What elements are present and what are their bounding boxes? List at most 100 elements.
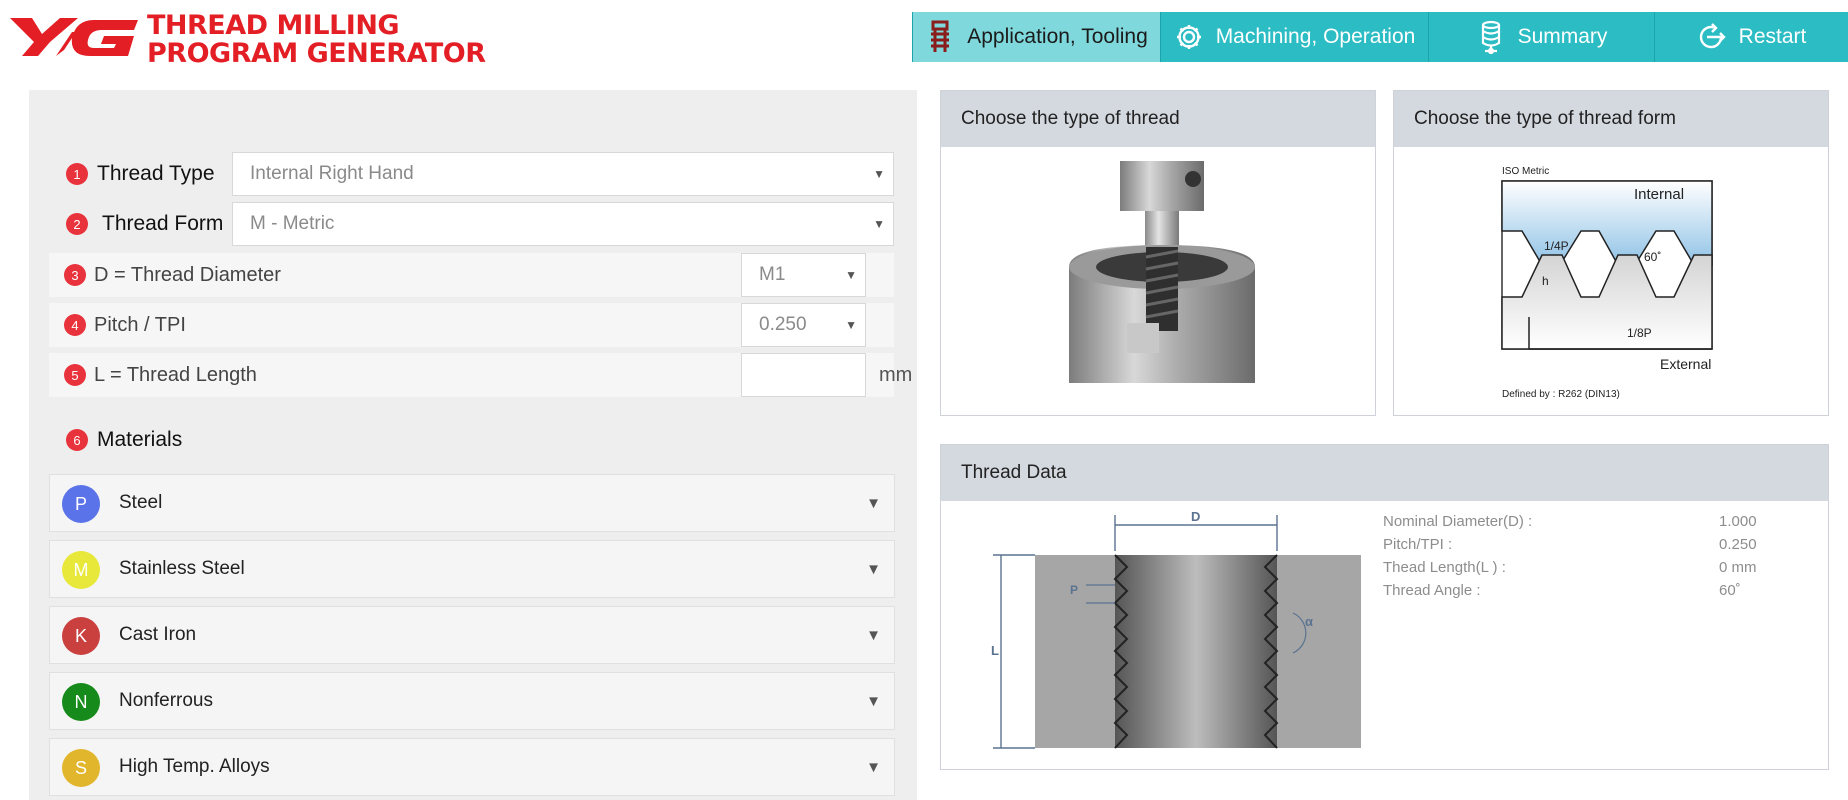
data-key: Thread Angle : [1383,582,1481,599]
iso-metric-thread-diagram: ISO Metric Internal External 1/4P 1/8P h… [1501,166,1713,400]
database-icon [1476,20,1506,54]
chevron-down-icon: ▼ [845,318,857,332]
top-nav: Application, Tooling Machining, Operatio… [912,12,1848,62]
title-line-1: THREAD MILLING [147,10,400,41]
diameter-row: 3 D = Thread Diameter M1 ▼ [49,253,894,297]
length-unit: mm [879,364,913,386]
material-nonferrous[interactable]: N Nonferrous ▼ [49,672,895,730]
tab-application-tooling[interactable]: Application, Tooling [912,12,1160,62]
diameter-select[interactable]: M1 ▼ [741,253,866,297]
thread-type-image [941,147,1375,415]
yg-logo [10,18,138,56]
angle-label: 60˚ [1644,250,1661,264]
data-row: Thead Length(L ) : 0 mm [1383,559,1783,582]
iso-label: ISO Metric [1502,166,1549,177]
card-title: Choose the type of thread [941,91,1375,147]
gear-icon [1174,20,1204,54]
data-value: 60˚ [1719,582,1741,599]
step-number: 2 [66,213,88,235]
tab-machining-operation[interactable]: Machining, Operation [1160,12,1428,62]
pitch-label: Pitch / TPI [94,314,186,336]
pitch-row: 4 Pitch / TPI 0.250 ▼ [49,303,894,347]
input-panel: 1 Thread Type Internal Right Hand ▼ 2 Th… [29,90,917,800]
length-input[interactable] [741,353,866,397]
l-label: L [991,643,999,658]
tab-summary[interactable]: Summary [1428,12,1654,62]
internal-label: Internal [1634,186,1684,203]
material-name: Nonferrous [119,690,213,711]
thread-data-card: Thread Data D L P α Nominal Diameter(D) … [940,444,1829,770]
data-value: 0.250 [1719,536,1757,553]
thread-type-select[interactable]: Internal Right Hand ▼ [232,152,894,196]
material-badge: S [62,749,100,787]
chevron-down-icon: ▼ [866,561,881,578]
length-label: L = Thread Length [94,364,257,386]
header: THREAD MILLING PROGRAM GENERATOR Applica… [0,0,1848,86]
tab-label: Restart [1738,25,1807,48]
data-key: Pitch/TPI : [1383,536,1453,553]
step-number: 5 [64,364,86,386]
pitch-select[interactable]: 0.250 ▼ [741,303,866,347]
step-number: 3 [64,264,86,286]
material-badge: K [62,617,100,655]
tab-restart[interactable]: Restart [1654,12,1848,62]
thread-type-card: Choose the type of thread [940,90,1376,416]
tab-label: Summary [1517,25,1608,48]
restart-icon [1697,20,1727,54]
thread-section-diagram: D L P α [991,509,1455,749]
materials-heading: 6 Materials [66,428,182,452]
thread-form-row: 2 Thread Form M - Metric ▼ [29,202,917,246]
external-label: External [1660,356,1711,372]
material-badge: P [62,485,100,523]
data-value: 1.000 [1719,513,1757,530]
data-row: Thread Angle : 60˚ [1383,582,1783,605]
material-badge: M [62,551,100,589]
data-value: 0 mm [1719,559,1757,576]
data-key: Nominal Diameter(D) : [1383,513,1533,530]
p-label: P [1070,583,1078,597]
chevron-down-icon: ▼ [873,167,885,181]
chevron-down-icon: ▼ [866,693,881,710]
thread-type-value: Internal Right Hand [250,163,414,184]
diameter-value: M1 [759,264,786,285]
step-number: 6 [66,429,88,451]
thread-data-list: Nominal Diameter(D) : 1.000 Pitch/TPI : … [1383,513,1783,605]
tool-holder-icon [925,20,955,54]
material-high-temp-alloys[interactable]: S High Temp. Alloys ▼ [49,738,895,796]
thread-mill-tool-picture [1069,161,1255,383]
material-cast-iron[interactable]: K Cast Iron ▼ [49,606,895,664]
data-row: Nominal Diameter(D) : 1.000 [1383,513,1783,536]
thread-type-row: 1 Thread Type Internal Right Hand ▼ [29,152,917,196]
chevron-down-icon: ▼ [845,268,857,282]
tab-label: Application, Tooling [967,25,1148,48]
d-label: D [1191,509,1200,524]
diameter-label: D = Thread Diameter [94,264,281,286]
card-title: Choose the type of thread form [1394,91,1828,147]
data-row: Pitch/TPI : 0.250 [1383,536,1783,559]
tab-label: Machining, Operation [1215,25,1416,48]
defined-by-label: Defined by : R262 (DIN13) [1502,389,1620,400]
thread-data-body: D L P α Nominal Diameter(D) : 1.000 Pitc… [941,501,1828,769]
h-label: h [1542,274,1549,288]
chevron-down-icon: ▼ [866,627,881,644]
chevron-down-icon: ▼ [866,759,881,776]
title-line-2: PROGRAM GENERATOR [147,38,486,69]
material-steel[interactable]: P Steel ▼ [49,474,895,532]
material-name: High Temp. Alloys [119,756,270,777]
data-key: Thead Length(L ) : [1383,559,1506,576]
thread-form-select[interactable]: M - Metric ▼ [232,202,894,246]
pitch-value: 0.250 [759,314,807,335]
chevron-down-icon: ▼ [866,495,881,512]
material-name: Cast Iron [119,624,197,645]
alpha-label: α [1305,614,1313,629]
material-name: Stainless Steel [119,558,245,579]
app-title: THREAD MILLING PROGRAM GENERATOR [147,12,486,68]
eighth-p-label: 1/8P [1627,326,1652,340]
step-number: 4 [64,314,86,336]
quarter-p-label: 1/4P [1544,239,1569,253]
length-row: 5 L = Thread Length mm [49,353,912,397]
material-stainless-steel[interactable]: M Stainless Steel ▼ [49,540,895,598]
material-name: Steel [119,492,163,513]
material-badge: N [62,683,100,721]
thread-type-label: Thread Type [97,162,215,185]
